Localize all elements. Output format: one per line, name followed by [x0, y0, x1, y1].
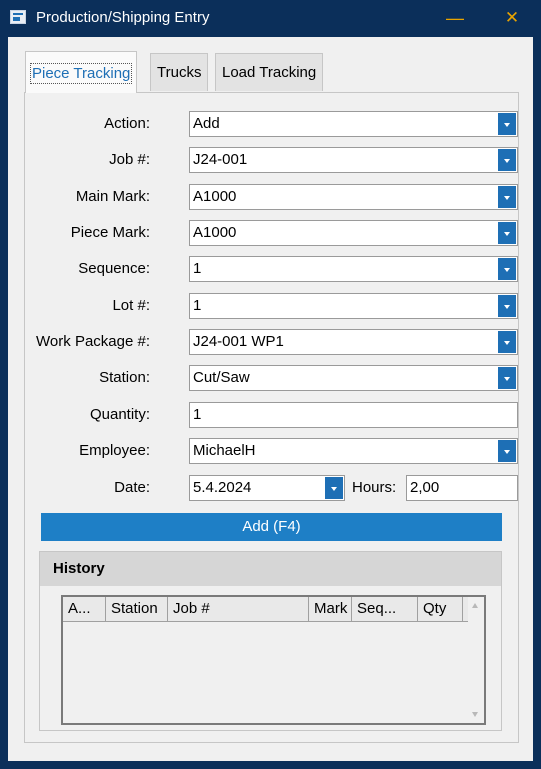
lot-value: 1: [193, 297, 202, 314]
job-value: J24-001: [193, 151, 248, 168]
hours-field[interactable]: 2,00: [406, 475, 518, 501]
action-dropdown[interactable]: Add: [189, 111, 518, 137]
close-button[interactable]: ✕: [499, 6, 525, 30]
work-package-value: J24-001 WP1: [193, 333, 284, 350]
column-header-station[interactable]: Station: [106, 597, 168, 621]
station-label: Station:: [99, 369, 150, 386]
lot-label: Lot #:: [112, 297, 150, 314]
tab-trucks[interactable]: Trucks: [150, 53, 209, 91]
piece-mark-dropdown[interactable]: A1000: [189, 220, 518, 246]
column-header-qty[interactable]: Qty: [418, 597, 463, 621]
sequence-dropdown[interactable]: 1: [189, 256, 518, 282]
work-package-label: Work Package #:: [36, 333, 150, 350]
column-header-mark[interactable]: Mark: [309, 597, 352, 621]
column-header-job[interactable]: Job #: [168, 597, 309, 621]
tab-label: Piece Tracking: [29, 63, 133, 84]
lot-dropdown[interactable]: 1: [189, 293, 518, 319]
action-value: Add: [193, 115, 220, 132]
action-label: Action:: [104, 115, 150, 132]
main-mark-dropdown[interactable]: A1000: [189, 184, 518, 210]
hours-label: Hours:: [352, 479, 397, 496]
scroll-up-icon[interactable]: [472, 603, 478, 608]
piece-mark-label: Piece Mark:: [70, 224, 150, 241]
chevron-down-icon[interactable]: [498, 222, 516, 244]
app-icon: [10, 10, 26, 24]
title-bar: Production/Shipping Entry — ✕: [0, 0, 541, 36]
tab-label: Trucks: [157, 64, 202, 81]
date-value: 5.4.2024: [193, 479, 252, 496]
quantity-value: 1: [193, 406, 202, 423]
piece-mark-value: A1000: [193, 224, 237, 241]
window-title: Production/Shipping Entry: [36, 9, 210, 26]
column-header-action[interactable]: A...: [63, 597, 106, 621]
history-panel: History A... Station Job # Mark Seq... Q…: [39, 551, 502, 731]
work-package-dropdown[interactable]: J24-001 WP1: [189, 329, 518, 355]
sequence-value: 1: [193, 260, 202, 277]
date-label: Date:: [114, 479, 150, 496]
date-picker[interactable]: 5.4.2024: [189, 475, 345, 501]
add-button[interactable]: Add (F4): [41, 513, 502, 541]
chevron-down-icon[interactable]: [498, 440, 516, 462]
chevron-down-icon[interactable]: [498, 113, 516, 135]
main-mark-label: Main Mark:: [75, 188, 150, 205]
main-mark-value: A1000: [193, 188, 237, 205]
employee-dropdown[interactable]: MichaelH: [189, 438, 518, 464]
chevron-down-icon[interactable]: [498, 295, 516, 317]
tab-piece-tracking[interactable]: Piece Tracking: [25, 51, 138, 93]
grid-header: A... Station Job # Mark Seq... Qty: [63, 597, 468, 622]
tab-load-tracking[interactable]: Load Tracking: [215, 53, 324, 91]
sequence-label: Sequence:: [78, 260, 150, 277]
job-dropdown[interactable]: J24-001: [189, 147, 518, 173]
station-dropdown[interactable]: Cut/Saw: [189, 365, 518, 391]
tab-label: Load Tracking: [222, 64, 317, 81]
chevron-down-icon[interactable]: [325, 477, 343, 499]
dialog-body: Piece Tracking Trucks Load Tracking Acti…: [8, 37, 533, 761]
scroll-down-icon[interactable]: [472, 712, 478, 717]
job-label: Job #:: [109, 151, 150, 168]
chevron-down-icon[interactable]: [498, 258, 516, 280]
chevron-down-icon[interactable]: [498, 367, 516, 389]
chevron-down-icon[interactable]: [498, 186, 516, 208]
employee-value: MichaelH: [193, 442, 256, 459]
chevron-down-icon[interactable]: [498, 331, 516, 353]
history-title: History: [40, 552, 501, 586]
chevron-down-icon[interactable]: [498, 149, 516, 171]
minimize-button[interactable]: —: [442, 6, 468, 30]
hours-value: 2,00: [410, 479, 440, 496]
piece-tracking-panel: Action: Add Job #: J24-001 Main Mark: A1…: [24, 92, 519, 743]
history-grid[interactable]: A... Station Job # Mark Seq... Qty: [61, 595, 486, 725]
column-header-sequence[interactable]: Seq...: [352, 597, 418, 621]
employee-label: Employee:: [79, 442, 150, 459]
quantity-label: Quantity:: [89, 406, 150, 423]
app-window: Production/Shipping Entry — ✕ Piece Trac…: [0, 0, 541, 769]
quantity-field[interactable]: 1: [189, 402, 518, 428]
station-value: Cut/Saw: [193, 369, 250, 386]
